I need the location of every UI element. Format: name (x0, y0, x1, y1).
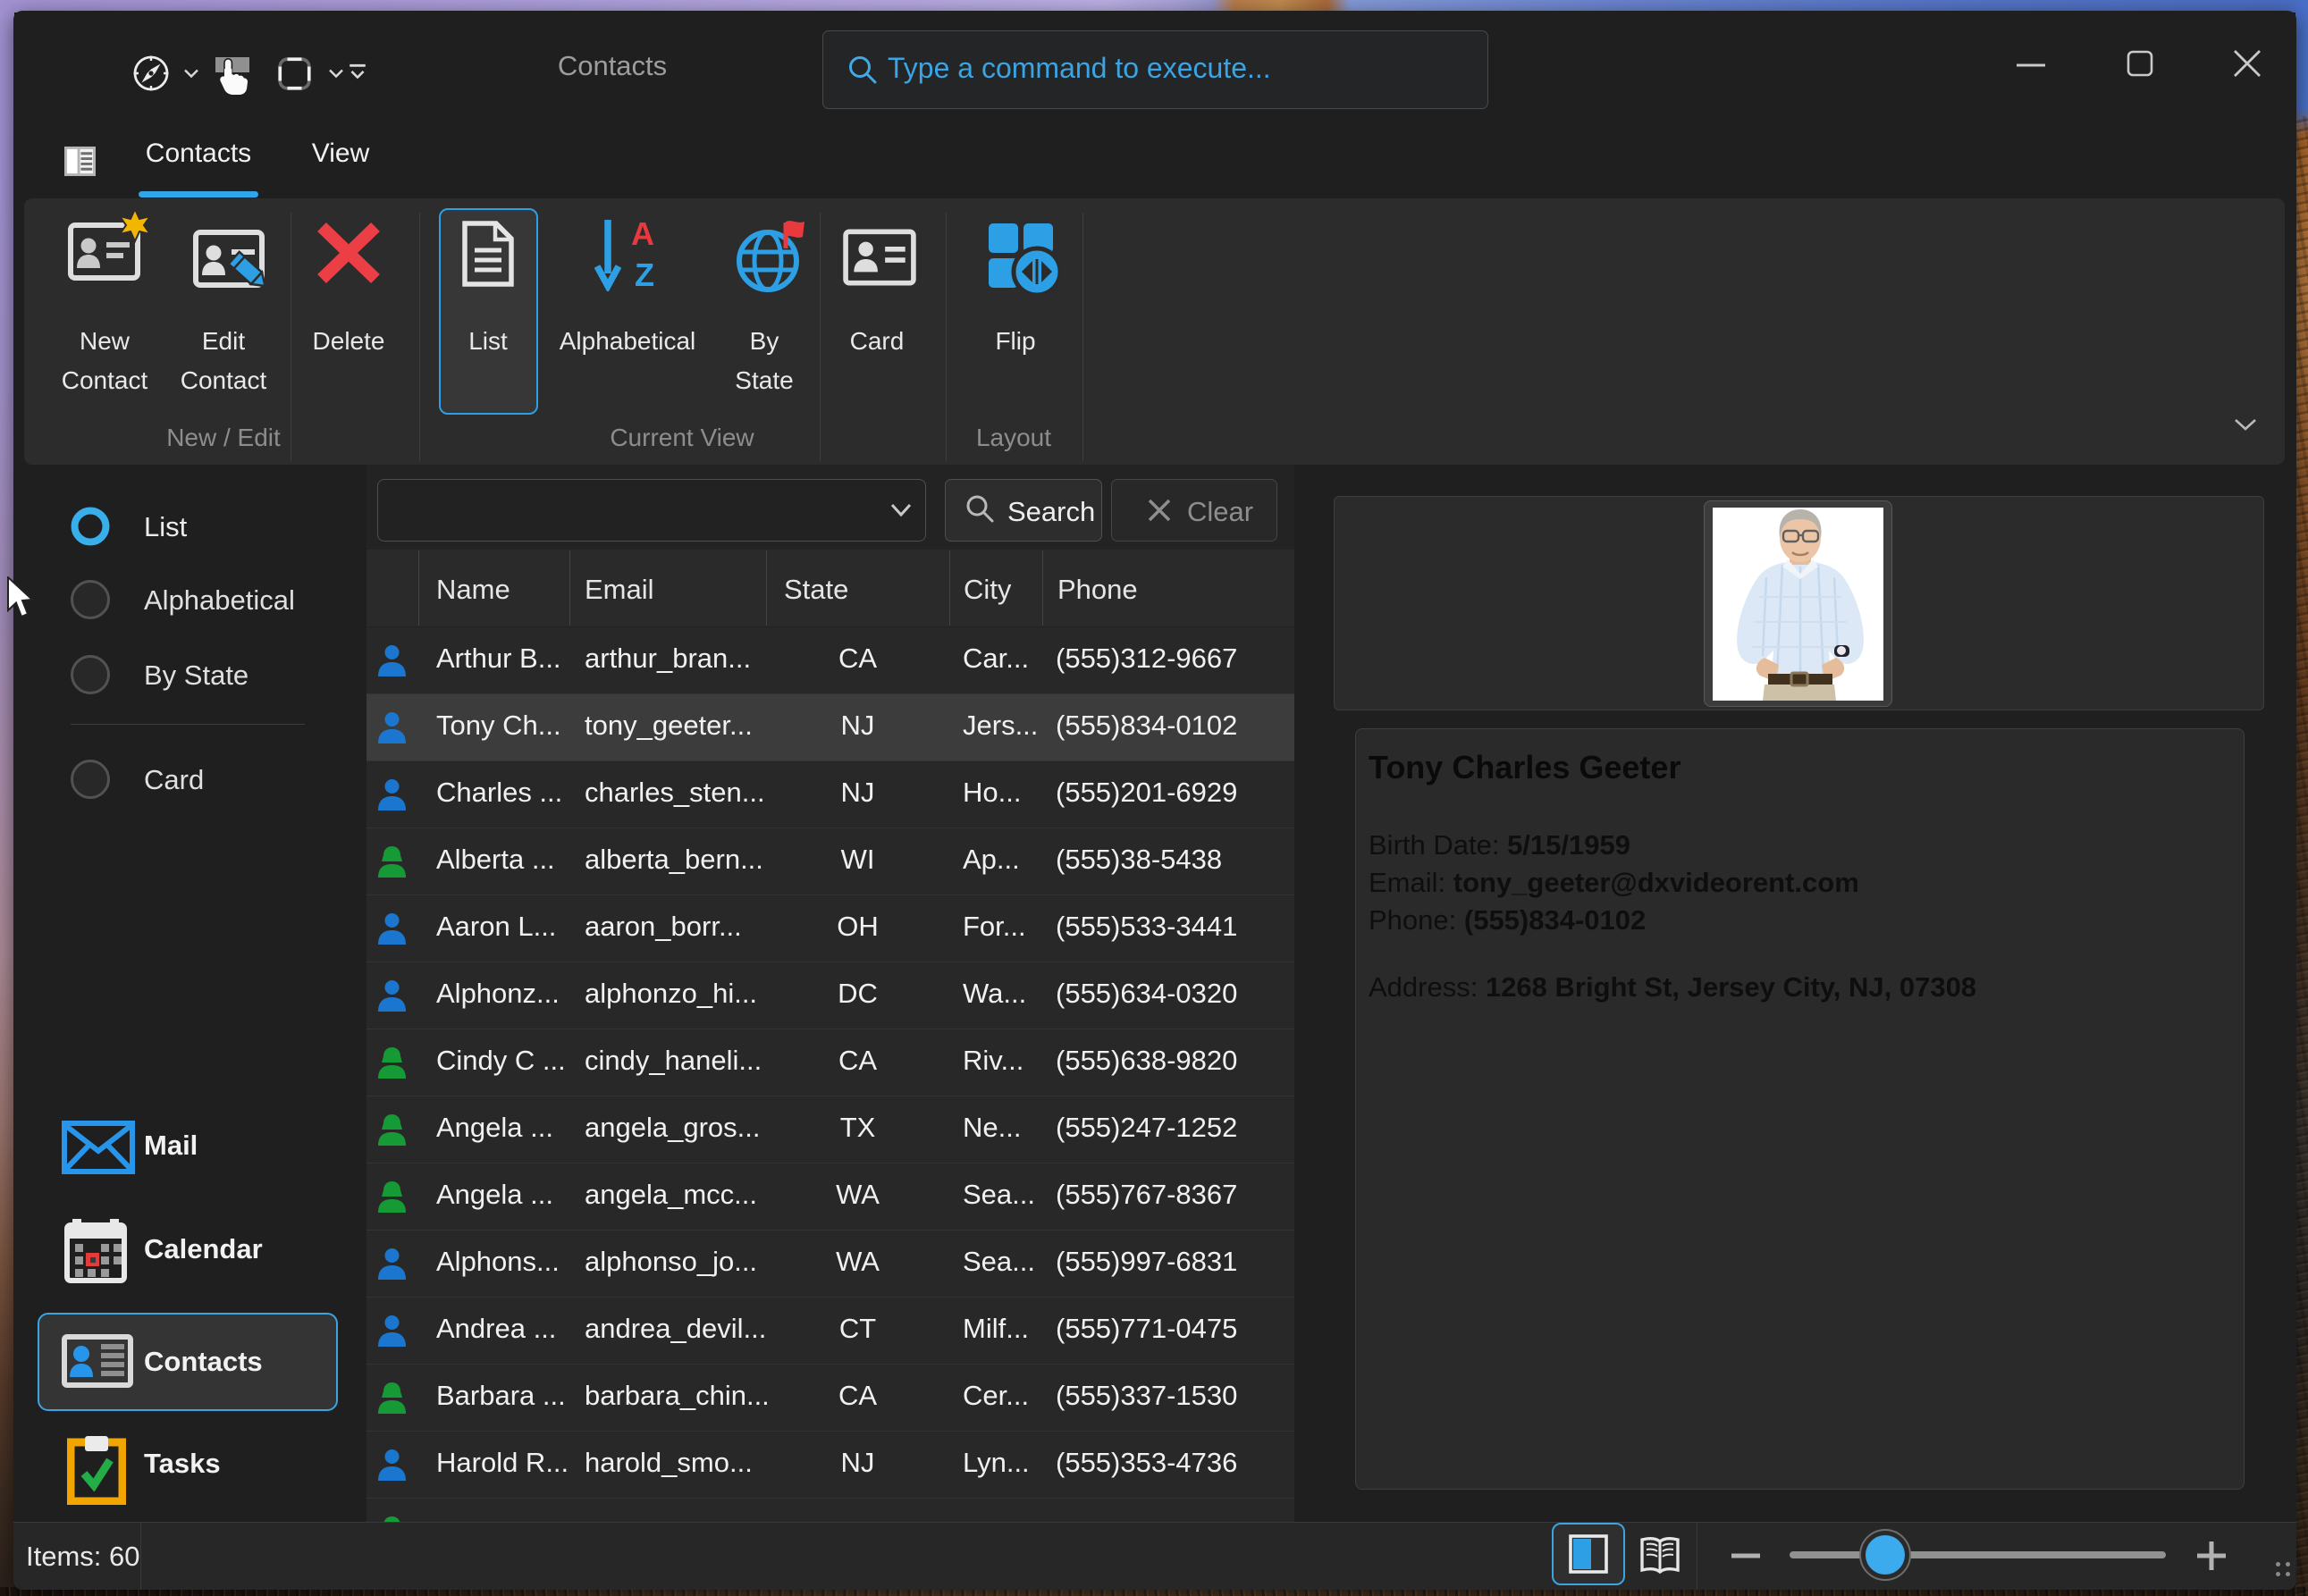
svg-text:A: A (631, 218, 654, 252)
svg-text:Z: Z (635, 256, 654, 291)
